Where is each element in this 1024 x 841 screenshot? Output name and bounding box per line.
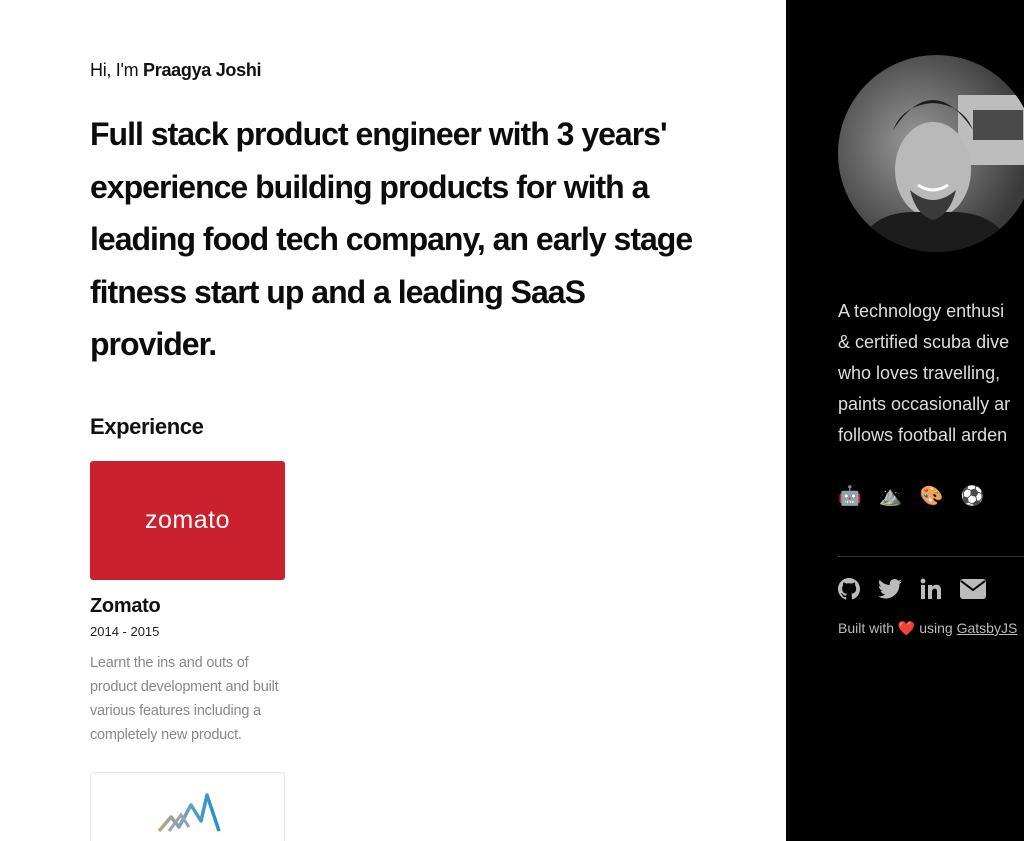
- bio: A technology enthusi & certified scuba d…: [838, 296, 1024, 451]
- zomato-logo[interactable]: zomato: [90, 461, 285, 580]
- greeting-prefix: Hi, I'm: [90, 60, 144, 80]
- company-description: Learnt the ins and outs of product devel…: [90, 655, 279, 743]
- person-portrait-icon: [858, 95, 1024, 252]
- built-prefix: Built with: [838, 620, 898, 636]
- divider: [838, 556, 1024, 557]
- main-content: Hi, I'm Praagya Joshi Full stack product…: [0, 0, 786, 841]
- profile-photo: [838, 55, 1024, 252]
- built-with: Built with ❤️ using GatsbyJS: [838, 620, 1017, 637]
- sidebar: A technology enthusi & certified scuba d…: [786, 0, 1024, 841]
- bio-line: paints occasionally ar: [838, 394, 1011, 414]
- bio-line: follows football arden: [838, 425, 1008, 445]
- author-name: Praagya Joshi: [143, 60, 262, 80]
- company-name: Zomato: [90, 595, 161, 617]
- experience-title: Experience: [90, 414, 204, 439]
- hobby-emojis: 🤖 ⛰️ 🎨 ⚽: [838, 486, 991, 507]
- greeting: Hi, I'm Praagya Joshi: [90, 60, 262, 81]
- built-middle: using: [915, 620, 957, 636]
- heart-icon: ❤️: [897, 620, 916, 636]
- company-years: 2014 - 2015: [90, 624, 160, 639]
- bio-line: A technology enthusi: [838, 301, 1005, 321]
- social-links: [838, 578, 986, 605]
- zomato-logo-text: zomato: [145, 506, 230, 534]
- gatsby-link[interactable]: GatsbyJS: [957, 620, 1018, 636]
- mail-icon[interactable]: [960, 579, 986, 604]
- linkedin-icon[interactable]: [920, 578, 942, 605]
- mountain-logo-icon: [157, 793, 221, 833]
- github-icon[interactable]: [838, 578, 860, 605]
- bio-line: who loves travelling,: [838, 363, 1001, 383]
- twitter-icon[interactable]: [878, 579, 902, 604]
- experience-card-zomato[interactable]: zomato Zomato 2014 - 2015 Learnt the ins…: [90, 461, 285, 747]
- bio-line: & certified scuba dive: [838, 332, 1010, 352]
- headline: Full stack product engineer with 3 years…: [90, 116, 693, 362]
- next-company-logo[interactable]: [90, 772, 285, 841]
